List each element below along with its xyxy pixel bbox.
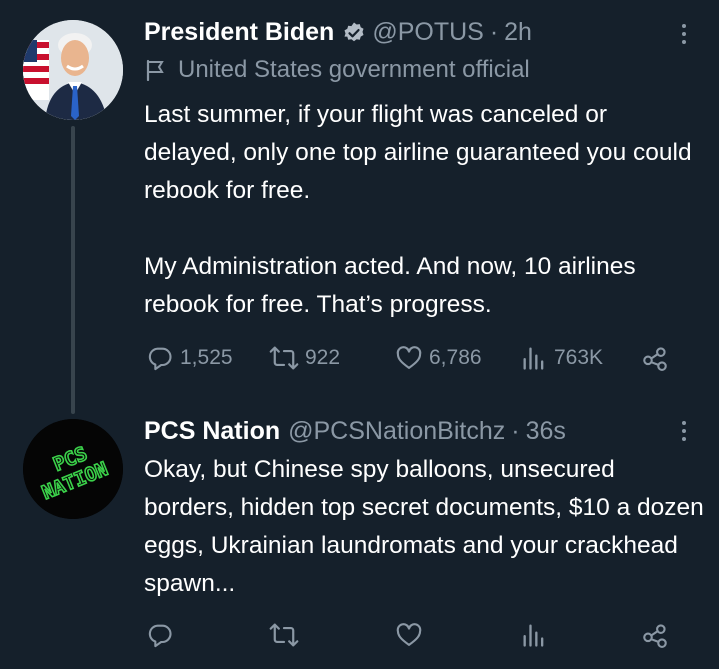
avatar-logo-image: PCS NATION: [23, 419, 123, 519]
reply-button[interactable]: 1,525: [146, 341, 233, 375]
avatar-pcs-nation[interactable]: PCS NATION: [23, 419, 123, 519]
tweet-potus[interactable]: President Biden @POTUS · 2h United State…: [0, 0, 719, 410]
handle[interactable]: @POTUS: [372, 18, 484, 47]
share-icon: [643, 624, 667, 648]
like-button[interactable]: 6,786: [395, 341, 482, 375]
action-bar: 1,525 922 6,786 763K: [144, 341, 684, 375]
like-count: 6,786: [429, 346, 482, 369]
retweet-button[interactable]: 922: [269, 341, 340, 375]
views-icon: [523, 347, 544, 370]
avatar-portrait-image: [23, 20, 123, 120]
timestamp[interactable]: 36s: [526, 417, 566, 446]
tweet-text: Last summer, if your flight was canceled…: [144, 101, 692, 318]
tweet-text: Okay, but Chinese spy balloons, unsecure…: [144, 456, 711, 597]
views-icon: [523, 624, 544, 647]
reply-icon: [148, 347, 172, 371]
tweet-pcs-nation[interactable]: PCS NATION PCS Nation @PCSNationBitchz ·…: [0, 410, 719, 669]
flag-icon: [144, 59, 166, 81]
retweet-count: 922: [305, 346, 341, 369]
tweet-header: President Biden @POTUS · 2h: [144, 18, 532, 47]
reply-count: 1,525: [180, 346, 233, 369]
avatar-potus[interactable]: [23, 20, 123, 120]
share-button[interactable]: [641, 618, 669, 652]
retweet-icon: [269, 346, 299, 370]
heart-icon: [396, 346, 422, 369]
action-bar: [144, 618, 684, 652]
more-dots-icon[interactable]: [679, 421, 689, 441]
handle[interactable]: @PCSNationBitchz: [288, 417, 505, 446]
display-name[interactable]: PCS Nation: [144, 417, 280, 446]
heart-icon: [396, 623, 422, 646]
account-label[interactable]: United States government official: [144, 56, 530, 84]
verified-badge-icon: [342, 21, 366, 45]
timestamp[interactable]: 2h: [504, 18, 532, 47]
tweet-header: PCS Nation @PCSNationBitchz · 36s: [144, 417, 566, 446]
separator-dot: ·: [511, 417, 520, 445]
account-label-text: United States government official: [178, 56, 530, 83]
views-button[interactable]: 763K: [520, 341, 603, 375]
reply-button[interactable]: [146, 618, 180, 652]
separator-dot: ·: [489, 18, 499, 46]
views-button[interactable]: [520, 618, 554, 652]
share-icon: [643, 347, 667, 371]
like-button[interactable]: [395, 618, 429, 652]
more-dots-icon[interactable]: [679, 24, 689, 44]
share-button[interactable]: [641, 341, 669, 375]
display-name[interactable]: President Biden: [144, 18, 334, 47]
retweet-button[interactable]: [269, 618, 305, 652]
view-count: 763K: [554, 346, 604, 369]
retweet-icon: [269, 623, 299, 647]
reply-icon: [148, 624, 172, 648]
